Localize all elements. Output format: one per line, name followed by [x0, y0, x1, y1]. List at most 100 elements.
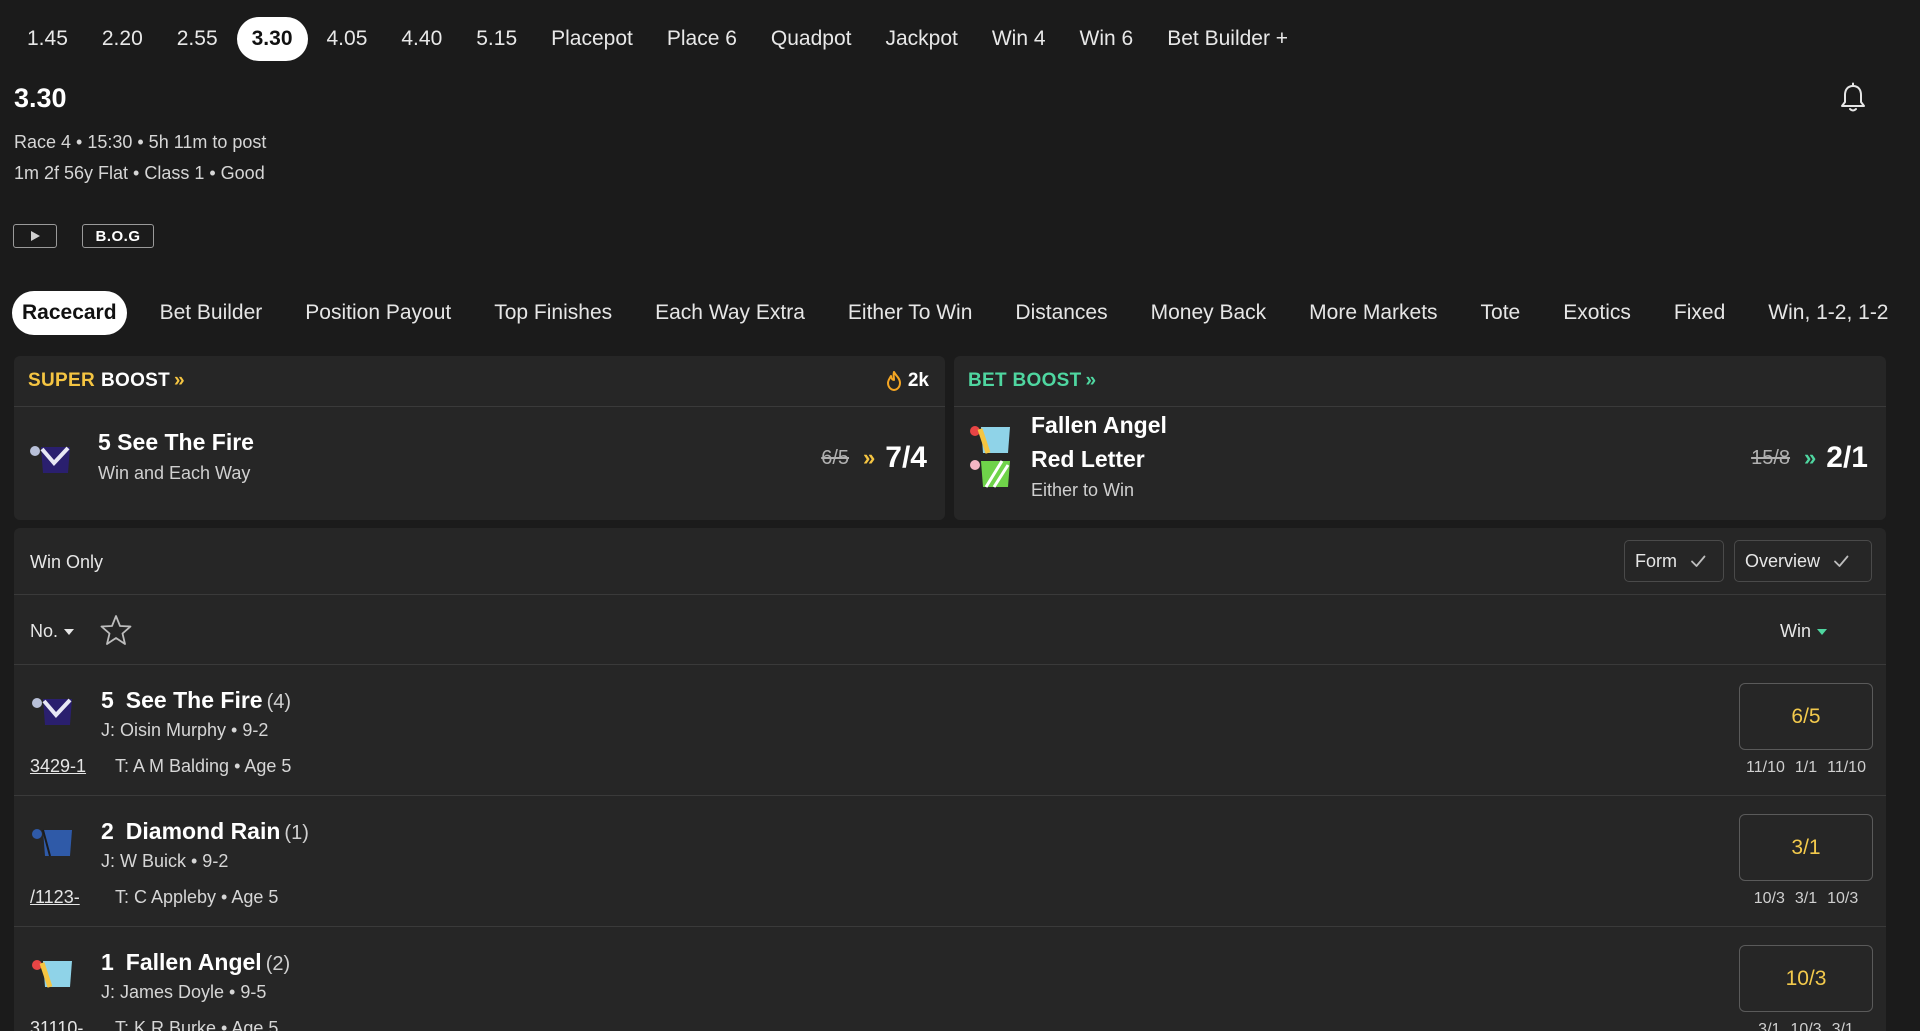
- tab-distances[interactable]: Distances: [1005, 291, 1117, 335]
- sort-by-win[interactable]: Win: [1780, 621, 1827, 642]
- market-name: Win Only: [30, 552, 104, 572]
- caret-down-icon: [64, 628, 75, 635]
- runner-name[interactable]: 2 Diamond Rain (1): [101, 818, 309, 845]
- runner-draw: (4): [266, 691, 292, 713]
- race-tab-bet-builder[interactable]: Bet Builder +: [1152, 17, 1303, 61]
- odds-button[interactable]: 10/3: [1739, 945, 1873, 1012]
- price-history-item: 10/3: [1827, 890, 1859, 907]
- runner-horse-name: See The Fire: [125, 687, 263, 713]
- tab-more-markets[interactable]: More Markets: [1299, 291, 1447, 335]
- race-tab-4-05[interactable]: 4.05: [312, 17, 383, 61]
- runner-trainer: T: A M Balding • Age 5: [115, 756, 292, 776]
- race-title: 3.30: [14, 83, 67, 113]
- price-history-item: 1/1: [1794, 759, 1818, 776]
- bet-boost-card[interactable]: BET BOOST » Fallen Angel Red Letter Eith…: [954, 356, 1886, 520]
- super-boost-price[interactable]: 6/5 » 7/4: [821, 441, 927, 475]
- table-row: 5 See The Fire (4) J: Oisin Murphy • 9-2 3…: [14, 665, 1886, 796]
- tab-exotics[interactable]: Exotics: [1553, 291, 1641, 335]
- race-tab-placepot[interactable]: Placepot: [536, 17, 648, 61]
- super-boost-market: Win and Each Way: [98, 463, 251, 483]
- runner-number: 5: [101, 687, 114, 713]
- odds-button[interactable]: 3/1: [1739, 814, 1873, 881]
- race-tab-5-15[interactable]: 5.15: [461, 17, 532, 61]
- race-tab-quadpot[interactable]: Quadpot: [756, 17, 867, 61]
- super-boost-body: 5 See The Fire Win and Each Way 6/5 » 7/…: [14, 407, 945, 520]
- star-icon[interactable]: [99, 613, 133, 647]
- race-tab-2-55[interactable]: 2.55: [162, 17, 233, 61]
- runner-draw: (1): [284, 822, 309, 844]
- sort-by-number[interactable]: No.: [30, 621, 75, 642]
- tab-bet-builder[interactable]: Bet Builder: [150, 291, 273, 335]
- sort-row: No. Win: [14, 595, 1886, 665]
- jockey-silk-icon: [970, 460, 1010, 488]
- race-tab-place-6[interactable]: Place 6: [652, 17, 752, 61]
- racecard-table: Win Only Form Overview No. Win 5 See The…: [14, 528, 1886, 1031]
- form-toggle[interactable]: Form: [1624, 540, 1724, 582]
- table-row: 2 Diamond Rain (1) J: W Buick • 9-2 /1123-…: [14, 796, 1886, 927]
- race-tab-2-20[interactable]: 2.20: [87, 17, 158, 61]
- runner-form-link[interactable]: 3429-1: [30, 756, 86, 777]
- racecard-page: 1.45 2.20 2.55 3.30 4.05 4.40 5.15 Place…: [0, 0, 1920, 1031]
- race-tab-win-4[interactable]: Win 4: [977, 17, 1061, 61]
- overview-toggle-label: Overview: [1745, 550, 1821, 571]
- jockey-silk-icon: [970, 426, 1010, 454]
- race-info-timing: Race 4 • 15:30 • 5h 11m to post: [14, 132, 267, 152]
- race-info-conditions: 1m 2f 56y Flat • Class 1 • Good: [14, 163, 265, 183]
- runner-number: 2: [101, 818, 114, 844]
- race-tab-1-45[interactable]: 1.45: [12, 17, 83, 61]
- bet-boost-label: BET BOOST: [968, 370, 1082, 391]
- bell-icon[interactable]: [1838, 82, 1868, 114]
- sort-win-label: Win: [1780, 621, 1811, 641]
- runner-jockey: J: Oisin Murphy • 9-2: [101, 720, 269, 740]
- runner-jockey: J: W Buick • 9-2: [101, 851, 229, 871]
- form-toggle-label: Form: [1635, 550, 1677, 571]
- price-history: 11/10 1/1 11/10: [1739, 759, 1873, 777]
- runner-trainer: T: C Appleby • Age 5: [115, 887, 279, 907]
- tab-win-1-2[interactable]: Win, 1-2, 1-2: [1758, 291, 1898, 335]
- chevron-double-right-icon: »: [1085, 370, 1097, 391]
- race-tab-3-30[interactable]: 3.30: [236, 17, 308, 61]
- odds-button[interactable]: 6/5: [1739, 683, 1873, 750]
- check-icon: [1691, 555, 1706, 567]
- race-tab-jackpot[interactable]: Jackpot: [870, 17, 972, 61]
- bet-boost-header: BET BOOST »: [954, 356, 1886, 407]
- super-boost-selection: 5 See The Fire: [98, 429, 254, 455]
- super-boost-card[interactable]: SUPER BOOST » 2k 5 See The Fire Win and …: [14, 356, 945, 520]
- super-boost-label-super: SUPER: [28, 370, 95, 391]
- price-history-item: 10/3: [1753, 890, 1785, 907]
- runner-draw: (2): [265, 953, 291, 975]
- tab-tote[interactable]: Tote: [1471, 291, 1531, 335]
- tab-top-finishes[interactable]: Top Finishes: [484, 291, 622, 335]
- jockey-silk-icon: [30, 446, 70, 473]
- runner-name[interactable]: 5 See The Fire (4): [101, 687, 291, 714]
- runner-jockey: J: James Doyle • 9-5: [101, 982, 267, 1002]
- tab-position-payout[interactable]: Position Payout: [295, 291, 461, 335]
- caret-down-icon: [1817, 628, 1827, 635]
- market-tabs: Racecard Bet Builder Position Payout Top…: [12, 291, 1912, 335]
- runner-form-link[interactable]: 31110-: [30, 1018, 83, 1031]
- chevron-double-right-icon: »: [174, 370, 185, 391]
- table-row: 1 Fallen Angel (2) J: James Doyle • 9-5 31…: [14, 927, 1886, 1031]
- bog-badge: B.O.G: [82, 224, 154, 248]
- bet-boost-price[interactable]: 15/8 » 2/1: [1751, 441, 1868, 475]
- tab-fixed[interactable]: Fixed: [1664, 291, 1735, 335]
- runner-horse-name: Fallen Angel: [125, 949, 262, 975]
- race-tab-4-40[interactable]: 4.40: [386, 17, 457, 61]
- super-boost-old-price: 6/5: [821, 446, 850, 469]
- watch-live-button[interactable]: [13, 224, 57, 248]
- race-time-tabs: 1.45 2.20 2.55 3.30 4.05 4.40 5.15 Place…: [12, 17, 1303, 61]
- tab-either-to-win[interactable]: Either To Win: [838, 291, 983, 335]
- runner-form-link[interactable]: /1123-: [30, 887, 80, 908]
- price-history-item: 3/1: [1758, 1021, 1781, 1031]
- race-tab-win-6[interactable]: Win 6: [1065, 17, 1149, 61]
- bet-boost-market: Either to Win: [1031, 480, 1135, 500]
- market-header: Win Only Form Overview: [14, 528, 1886, 595]
- bet-boost-old-price: 15/8: [1751, 446, 1791, 469]
- overview-toggle[interactable]: Overview: [1734, 540, 1872, 582]
- tab-money-back[interactable]: Money Back: [1141, 291, 1277, 335]
- jockey-silk-icon: [32, 698, 72, 725]
- runner-name[interactable]: 1 Fallen Angel (2): [101, 949, 290, 976]
- tab-racecard[interactable]: Racecard: [12, 291, 127, 335]
- tab-each-way-extra[interactable]: Each Way Extra: [645, 291, 815, 335]
- price-history-item: 3/1: [1831, 1021, 1854, 1031]
